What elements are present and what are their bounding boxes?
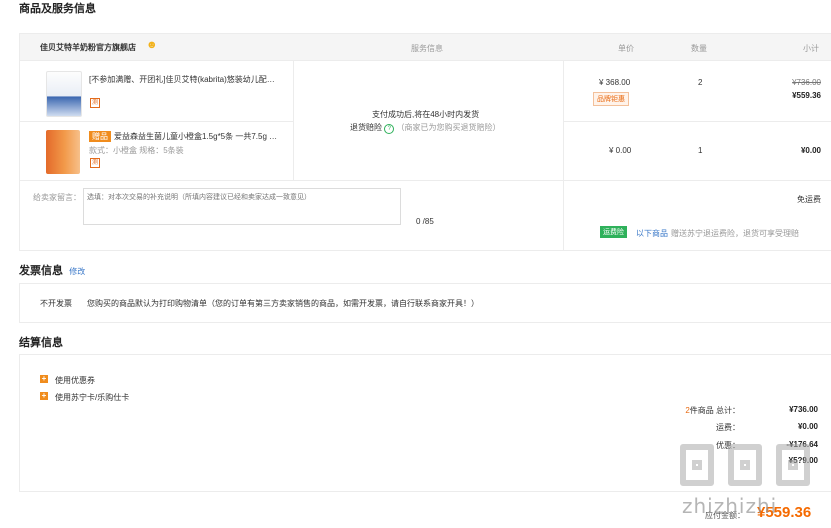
store-name[interactable]: 佳贝艾特羊奶粉官方旗舰店 (40, 42, 136, 53)
invoice-edit-link[interactable]: 修改 (69, 267, 85, 276)
return-ins-note: （商家已为您购买退货赔险） (396, 123, 501, 132)
message-input[interactable] (83, 188, 401, 225)
promo-badge: 品牌钜惠 (593, 92, 629, 106)
coupon-option[interactable]: 使用优惠券 (55, 375, 95, 386)
summary-discount-label: 优惠： (716, 441, 740, 450)
summary-count-label: 件商品 总计： (689, 406, 740, 415)
pay-amount: ¥559.36 (757, 504, 812, 521)
item-total: ¥559.36 (792, 91, 821, 100)
col-service-header: 服务信息 (411, 44, 443, 53)
return-insurance: 退货赔险 ? （商家已为您购买退货赔险） (350, 122, 500, 134)
item-price: ¥ 0.00 (609, 146, 632, 155)
item-original-total: ¥736.00 (792, 78, 821, 87)
col-price-header: 单价 (618, 44, 634, 53)
store-badge-icon: ☻ (146, 39, 158, 51)
summary-shipping-label: 运费： (716, 423, 740, 432)
order-table-header: 佳贝艾特羊奶粉官方旗舰店 ☻ 服务信息 单价 数量 小计 (20, 34, 831, 61)
shipping-label: 免运费 (797, 195, 821, 204)
col-qty-header: 数量 (691, 44, 707, 53)
invoice-header: 发票信息 修改 (19, 262, 85, 278)
gift-row: 赠品 爱益森益生菌儿童小橙盒1.5g*5条 一共7.5g … (89, 131, 299, 142)
col-subtotal-header: 小计 (803, 44, 819, 53)
help-icon[interactable]: ? (384, 124, 395, 134)
expand-plus-icon[interactable]: + (40, 375, 48, 383)
summary-total: ¥736.00 (789, 405, 818, 414)
card-option[interactable]: 使用苏宁卡/乐购仕卡 (55, 392, 129, 403)
summary-count-row: 2件商品 总计： (630, 405, 740, 416)
return-ins-label: 退货赔险 (350, 123, 382, 132)
test-tag: 测 (90, 158, 100, 168)
shipping-items-link[interactable]: 以下商品 (636, 228, 668, 239)
invoice-note: 您购买的商品默认为打印购物清单（您的订单有第三方卖家销售的商品，如需开发票，请自… (87, 299, 479, 308)
expand-plus-icon[interactable]: + (40, 392, 48, 400)
invoice-title: 发票信息 (19, 265, 63, 277)
settlement-box: + 使用优惠券 + 使用苏宁卡/乐购仕卡 2件商品 总计： ¥736.00 运费… (19, 354, 831, 492)
product-service-title: 商品及服务信息 (19, 3, 96, 15)
shipping-insurance-badge: 运费险 (600, 226, 627, 238)
product-image-probiotic[interactable] (46, 130, 80, 174)
summary-discount: -¥176.64 (786, 440, 818, 449)
item-price: ¥ 368.00 (599, 78, 631, 87)
test-tag: 测 (90, 98, 100, 108)
product-spec: 款式：小橙盒 规格：5条装 (89, 146, 184, 155)
product-image-milk[interactable] (46, 71, 82, 117)
settlement-title: 结算信息 (19, 337, 63, 349)
item-qty: 1 (698, 146, 703, 155)
message-counter: 0 /85 (416, 217, 434, 226)
summary-shipping: ¥0.00 (797, 422, 818, 431)
pay-label: 应付金额： (705, 511, 745, 520)
invoice-type: 不开发票 (40, 299, 72, 308)
product-name[interactable]: 爱益森益生菌儿童小橙盒1.5g*5条 一共7.5g … (114, 132, 277, 141)
item-qty: 2 (698, 78, 703, 87)
shipping-insurance-note: 赠送苏宁退运费险，退货可享受理赔 (671, 229, 799, 238)
order-box: 佳贝艾特羊奶粉官方旗舰店 ☻ 服务信息 单价 数量 小计 [不参加满赠、开团礼]… (19, 33, 831, 251)
message-label: 给卖家留言： (33, 193, 81, 202)
item-total: ¥0.00 (800, 146, 821, 155)
ship-note: 支付成功后,将在48小时内发货 (372, 110, 480, 119)
product-name[interactable]: [不参加满赠、开团礼]佳贝艾特(kabrita)悠装幼儿配… (89, 74, 289, 85)
invoice-box: 不开发票 您购买的商品默认为打印购物清单（您的订单有第三方卖家销售的商品，如需开… (19, 283, 831, 323)
gift-badge: 赠品 (89, 131, 111, 142)
summary-partial-amount: ¥5?9.00 (788, 456, 818, 465)
